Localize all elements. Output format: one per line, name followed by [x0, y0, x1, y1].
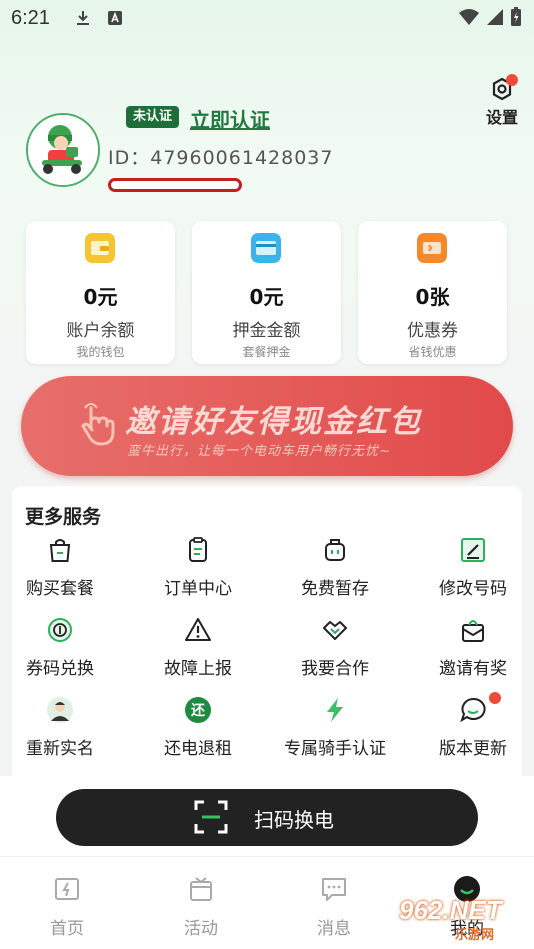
- scan-swap-battery-button[interactable]: 扫码换电: [56, 789, 478, 846]
- service-label: 专属骑手认证: [284, 739, 386, 759]
- verify-now-link[interactable]: 立即认证: [190, 104, 270, 133]
- service-code-redeem[interactable]: 券码兑换: [0, 616, 120, 686]
- card-value: 0张: [415, 285, 450, 309]
- clipboard-icon: [189, 537, 207, 562]
- service-label: 免费暂存: [301, 579, 369, 599]
- edit-phone-icon: [461, 538, 485, 562]
- coupon-card[interactable]: 0张 优惠券 省钱优惠: [358, 221, 507, 364]
- banner-subtitle: 蛮牛出行，让每一个电动车用户畅行无忧~: [127, 444, 391, 459]
- status-bar: 6:21: [0, 0, 534, 38]
- message-icon: [322, 878, 346, 901]
- service-buy-package[interactable]: 购买套餐: [0, 536, 120, 606]
- person-icon: [47, 697, 73, 723]
- service-change-number[interactable]: 修改号码: [413, 536, 533, 606]
- gift-envelope-icon: [462, 620, 484, 642]
- battery-icon: [511, 7, 521, 26]
- font-a-icon: [108, 11, 122, 25]
- section-title: 更多服务: [25, 506, 102, 528]
- card-title: 押金金额: [232, 321, 301, 341]
- status-time: 6:21: [11, 7, 50, 29]
- settings-label: 设置: [485, 108, 518, 127]
- service-fault-report[interactable]: 故障上报: [138, 616, 258, 686]
- service-re-verify-name[interactable]: 重新实名: [0, 696, 120, 766]
- watermark-text: 962.NET: [399, 895, 502, 925]
- hand-tap-icon: [81, 403, 115, 446]
- handshake-icon: [323, 621, 347, 640]
- settings-notification-dot: [506, 74, 518, 86]
- service-rider-certification[interactable]: 专属骑手认证: [275, 696, 395, 766]
- invite-friends-banner[interactable]: 邀请好友得现金红包 蛮牛出行，让每一个电动车用户畅行无忧~: [21, 376, 513, 476]
- service-label: 购买套餐: [26, 579, 94, 599]
- service-invite-reward[interactable]: 邀请有奖: [413, 616, 533, 686]
- avatar[interactable]: [26, 113, 100, 187]
- service-label: 重新实名: [26, 739, 94, 759]
- settings-button[interactable]: 设置: [482, 74, 522, 127]
- card-subtitle: 我的钱包: [76, 345, 125, 359]
- coupon-icon: [417, 233, 447, 263]
- lightning-icon: [327, 698, 343, 722]
- redacted-field: [108, 178, 242, 192]
- watermark-subtext: 乐游网: [455, 928, 495, 943]
- service-version-update[interactable]: 版本更新: [413, 692, 533, 766]
- scan-button-label: 扫码换电: [254, 808, 334, 832]
- service-label: 我要合作: [301, 659, 369, 679]
- service-free-storage[interactable]: 免费暂存: [275, 536, 395, 606]
- service-cooperate[interactable]: 我要合作: [275, 616, 395, 686]
- service-label: 版本更新: [439, 739, 507, 759]
- warning-icon: [185, 618, 211, 641]
- wifi-icon: [459, 9, 479, 25]
- rider-avatar-icon: [28, 115, 98, 185]
- card-subtitle: 省钱优惠: [408, 345, 457, 359]
- return-badge-char: 还: [191, 703, 205, 719]
- service-label: 券码兑换: [26, 659, 94, 679]
- nav-messages[interactable]: 消息: [267, 857, 401, 949]
- service-label: 还电退租: [164, 739, 232, 759]
- card-value: 0元: [83, 285, 118, 309]
- service-label: 订单中心: [164, 579, 232, 599]
- service-label: 故障上报: [164, 659, 232, 679]
- unverified-badge: 未认证: [126, 106, 180, 128]
- wallet-icon: [85, 233, 115, 263]
- calendar-gift-icon: [190, 877, 212, 901]
- deposit-card-icon: [251, 233, 281, 263]
- luggage-icon: [325, 539, 345, 561]
- update-notification-dot: [489, 692, 501, 704]
- signal-icon: [487, 9, 503, 25]
- account-balance-card[interactable]: 0元 账户余额 我的钱包: [26, 221, 175, 364]
- nav-activity[interactable]: 活动: [134, 857, 268, 949]
- nav-label: 消息: [317, 919, 351, 939]
- home-ticket-icon: [55, 878, 79, 900]
- scan-icon: [194, 800, 228, 834]
- shopping-bag-icon: [49, 539, 71, 562]
- service-label: 修改号码: [439, 579, 507, 599]
- card-value: 0元: [249, 285, 284, 309]
- service-label: 邀请有奖: [439, 659, 507, 679]
- chat-bubble-icon: [460, 697, 486, 723]
- deposit-card[interactable]: 0元 押金金额 套餐押金: [192, 221, 341, 364]
- nav-label: 活动: [184, 919, 218, 939]
- card-title: 优惠券: [407, 321, 458, 341]
- card-subtitle: 套餐押金: [242, 345, 291, 359]
- service-order-center[interactable]: 订单中心: [138, 536, 258, 606]
- service-return-battery[interactable]: 还 还电退租: [138, 696, 258, 766]
- card-title: 账户余额: [66, 321, 135, 341]
- banner-title: 邀请好友得现金红包: [125, 404, 422, 440]
- user-id: ID：47960061428037: [108, 147, 334, 169]
- more-services-panel: 更多服务 购买套餐 订单中心 免费暂存 修改号码 券码兑换 故障上报 我要合作 …: [12, 486, 522, 776]
- coin-exchange-icon: [48, 618, 72, 642]
- watermark: 962.NET 乐游网: [395, 893, 529, 943]
- download-icon: [77, 11, 89, 25]
- nav-home[interactable]: 首页: [0, 857, 134, 949]
- nav-label: 首页: [50, 919, 84, 939]
